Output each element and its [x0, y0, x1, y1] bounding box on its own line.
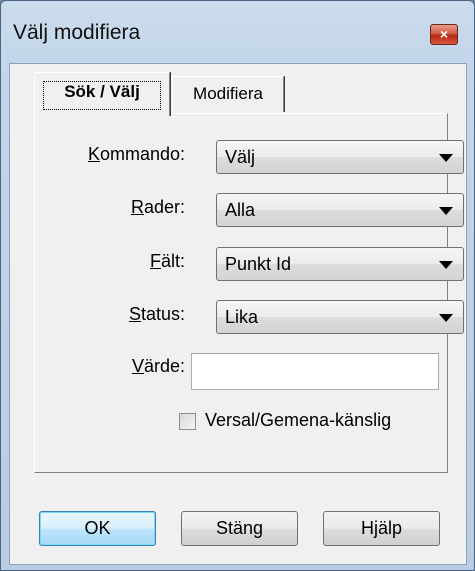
ok-button[interactable]: OK: [39, 511, 156, 546]
status-label: Status:: [128, 304, 185, 324]
chevron-down-icon: [439, 207, 453, 215]
dialog-client-area: Sök / Välj Modifiera Kommando: Välj Rade…: [9, 63, 467, 565]
dialog-window: Välj modifiera × Sök / Välj Modifiera Ko…: [0, 0, 475, 571]
status-select[interactable]: Lika: [216, 300, 464, 334]
status-value: Lika: [225, 307, 259, 327]
case-sensitive-checkbox[interactable]: [179, 413, 196, 430]
tab-focus-rect: [43, 81, 161, 110]
case-sensitive-label[interactable]: Versal/Gemena-känslig: [205, 410, 391, 431]
kommando-select[interactable]: Välj: [216, 140, 464, 174]
rader-label: Rader:: [130, 197, 185, 217]
rader-select[interactable]: Alla: [216, 193, 464, 227]
close-window-button[interactable]: ×: [430, 24, 458, 45]
kommando-value: Välj: [225, 147, 256, 167]
falt-select[interactable]: Punkt Id: [216, 247, 464, 281]
tab-modifiera-label: Modifiera: [193, 84, 263, 103]
varde-label: Värde:: [131, 356, 185, 376]
varde-input[interactable]: [191, 353, 439, 390]
tab-sok-valj[interactable]: Sök / Välj: [34, 72, 170, 116]
title-bar[interactable]: Välj modifiera ×: [1, 1, 474, 63]
chevron-down-icon: [439, 314, 453, 322]
window-title: Välj modifiera: [13, 21, 141, 44]
help-button[interactable]: Hjälp: [323, 511, 440, 546]
chevron-down-icon: [439, 154, 453, 162]
chevron-down-icon: [439, 261, 453, 269]
tab-panel-sok-valj: Kommando: Välj Rader: Alla Fält: Punkt I…: [34, 113, 464, 473]
close-icon: ×: [439, 26, 449, 42]
close-button[interactable]: Stäng: [181, 511, 298, 546]
falt-value: Punkt Id: [225, 254, 292, 274]
rader-value: Alla: [225, 200, 256, 220]
tab-modifiera[interactable]: Modifiera: [172, 76, 284, 112]
falt-label: Fält:: [149, 251, 185, 271]
kommando-label: Kommando:: [87, 144, 185, 164]
